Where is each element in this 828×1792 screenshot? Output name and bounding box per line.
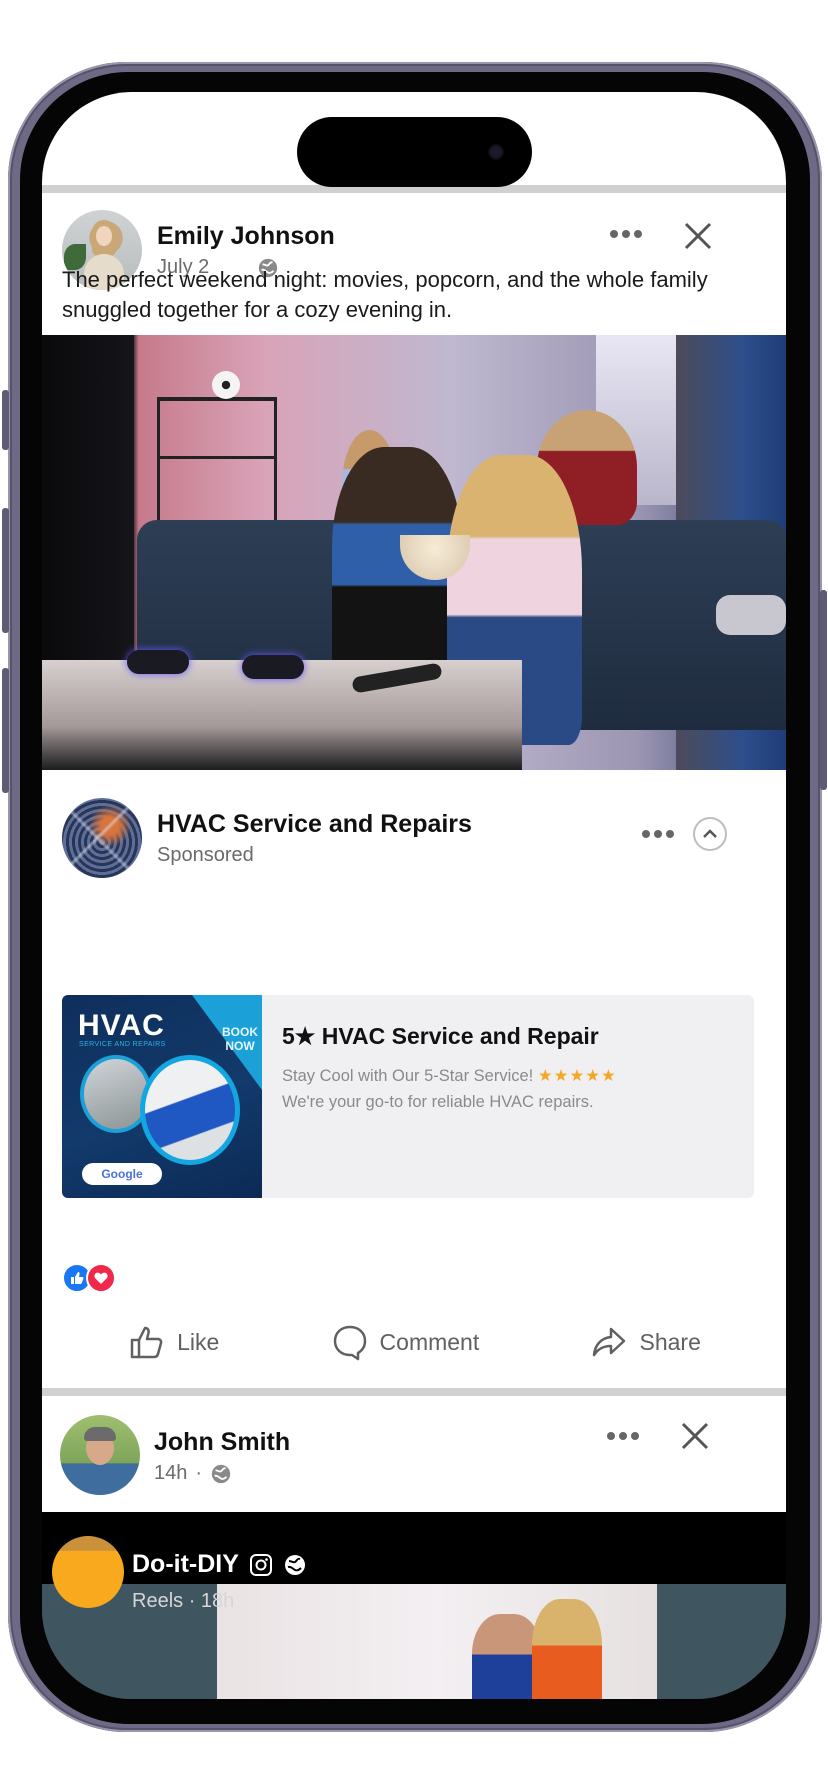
chevron-up-icon [703,829,717,838]
action-button [2,390,9,450]
ad-image[interactable]: HVAC SERVICE AND REPAIRS BOOK NOW Google [62,995,262,1198]
reel-avatar[interactable] [52,1536,124,1608]
ad-image-heading: HVAC [78,1009,165,1042]
collapse-button[interactable] [693,817,727,851]
ad-image-subheading: SERVICE AND REPAIRS [79,1041,166,1048]
post-action-bar: Like Comment Share [42,1314,786,1370]
more-options-button[interactable] [607,1432,639,1440]
app-screen: Emily Johnson July 2 The perfect weekend… [42,92,786,1699]
ad-image-cta: BOOK NOW [222,1025,258,1053]
volume-up-button [2,508,9,633]
advertiser-name[interactable]: HVAC Service and Repairs [157,810,472,839]
close-icon[interactable] [679,1420,711,1452]
reel-meta: Reels · 18h [132,1590,235,1612]
instagram-icon [249,1553,272,1576]
google-badge: Google [82,1163,162,1185]
reel-post[interactable]: Do-it-DIY Reels · 18h [42,1512,786,1699]
post-author[interactable]: Emily Johnson [157,222,335,251]
volume-down-button [2,668,9,793]
comment-bubble-icon [333,1325,366,1361]
ad-title[interactable]: 5★ HVAC Service and Repair [282,1023,599,1050]
love-reaction-icon [86,1263,116,1293]
post-author[interactable]: John Smith [154,1428,290,1457]
globe-icon [211,1464,231,1483]
post-text: The perfect weekend night: movies, popco… [62,267,708,322]
close-icon[interactable] [682,220,714,252]
rating-stars-icon: ★★★★★ [537,1067,617,1085]
dynamic-island [297,117,532,187]
ad-card[interactable]: HVAC SERVICE AND REPAIRS BOOK NOW Google… [62,995,754,1198]
thumbs-up-icon [130,1326,163,1359]
post-time[interactable]: 14h [154,1462,187,1485]
post-image[interactable] [42,335,786,770]
avatar[interactable] [60,1415,140,1495]
more-options-button[interactable] [610,230,642,238]
more-options-button[interactable] [642,830,674,838]
post-meta: 14h · [154,1462,232,1485]
power-button [820,590,827,790]
reaction-summary[interactable] [62,1263,116,1293]
camera-icon [490,146,502,158]
feed-divider [42,1388,786,1396]
share-arrow-icon [593,1327,626,1357]
share-button[interactable]: Share [589,1322,701,1362]
comment-button[interactable]: Comment [330,1322,479,1362]
sponsored-label: Sponsored [157,844,254,866]
reel-author[interactable]: Do-it-DIY [132,1550,307,1579]
ad-description: Stay Cool with Our 5-Star Service! ★★★★★… [282,1067,617,1111]
advertiser-avatar[interactable] [62,798,142,878]
like-button[interactable]: Like [127,1322,219,1362]
globe-icon [284,1554,305,1575]
